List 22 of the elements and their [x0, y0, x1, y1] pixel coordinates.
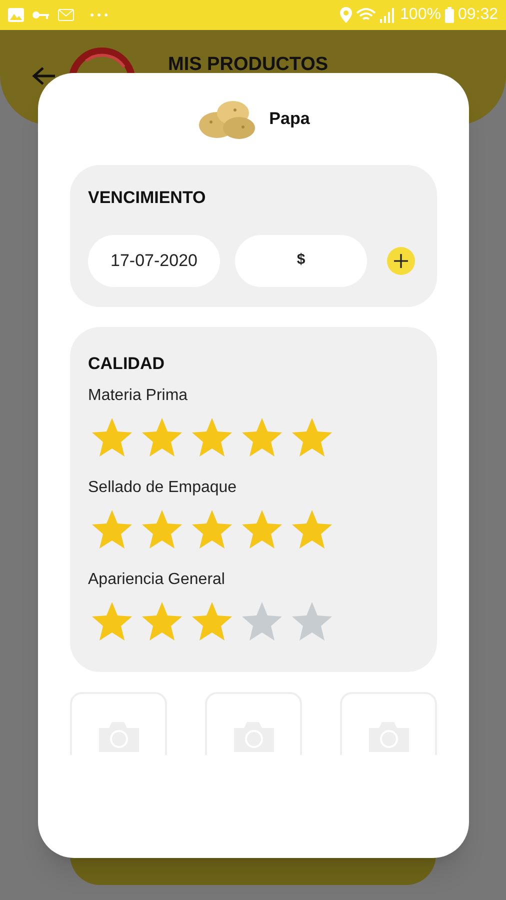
criterion-label: Apariencia General [88, 570, 226, 590]
product-name: Papa [269, 108, 310, 130]
mail-icon [58, 9, 74, 21]
add-button[interactable] [387, 246, 415, 274]
more-icon [90, 13, 108, 17]
back-arrow-icon[interactable] [32, 66, 56, 86]
clock: 09:32 [458, 5, 498, 25]
signal-icon [380, 7, 396, 23]
page-title: MIS PRODUCTOS [168, 54, 328, 76]
section-title: VENCIMIENTO [88, 187, 207, 209]
criterion-label: Materia Prima [88, 386, 189, 406]
key-icon [32, 10, 50, 20]
logo-icon [68, 47, 136, 74]
section-title: CALIDAD [88, 352, 166, 374]
battery-percentage: 100% [400, 5, 441, 25]
criterion-label: Sellado de Empaque [88, 478, 238, 498]
gallery-icon [8, 8, 24, 22]
battery-icon [444, 7, 454, 23]
date-field[interactable]: 17-07-2020 [88, 234, 220, 286]
price-field[interactable]: $ [235, 234, 367, 286]
location-icon [340, 7, 352, 23]
plus-icon [393, 252, 409, 268]
